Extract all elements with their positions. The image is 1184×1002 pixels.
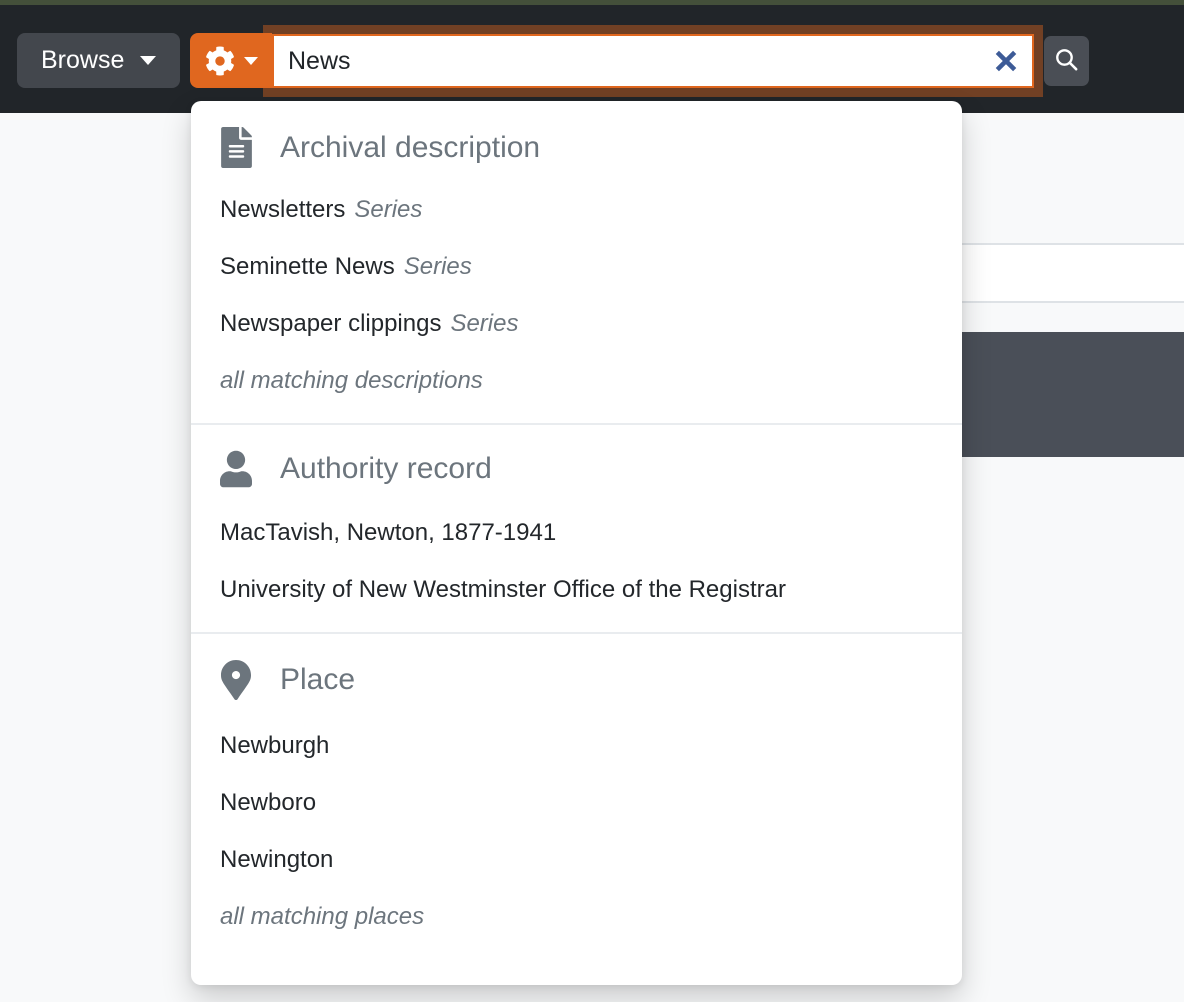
user-icon [220, 449, 252, 489]
result-type: Series [354, 196, 422, 223]
result-link[interactable]: Newington [220, 831, 934, 888]
result-label: Seminette News [220, 253, 395, 280]
section-divider [191, 632, 962, 634]
result-link[interactable]: University of New Westminster Office of … [220, 561, 934, 618]
result-label: Newburgh [220, 732, 329, 759]
result-type: Series [404, 253, 472, 280]
result-link[interactable]: Newboro [220, 774, 934, 831]
section-header-place: Place [220, 658, 934, 702]
top-navbar: Browse [0, 0, 1184, 113]
location-pin-icon [220, 658, 252, 702]
file-lines-icon [220, 127, 252, 168]
result-label: Newspaper clippings [220, 310, 441, 337]
section-results: MacTavish, Newton, 1877-1941 University … [220, 504, 934, 618]
section-header-archival-description: Archival description [220, 127, 934, 168]
result-label: MacTavish, Newton, 1877-1941 [220, 519, 556, 546]
browse-menu-button[interactable]: Browse [17, 33, 180, 88]
all-matching-descriptions-link[interactable]: all matching descriptions [220, 352, 934, 409]
gear-icon [205, 46, 235, 76]
chevron-down-icon [140, 56, 156, 65]
result-link[interactable]: Seminette News Series [220, 238, 934, 295]
search-options-button[interactable] [190, 33, 272, 88]
section-title: Place [280, 663, 355, 697]
section-title: Authority record [280, 452, 492, 486]
close-icon [993, 48, 1019, 77]
result-label: Newboro [220, 789, 316, 816]
section-title: Archival description [280, 131, 540, 165]
browse-label: Browse [41, 46, 124, 75]
section-header-authority-record: Authority record [220, 449, 934, 489]
result-label: University of New Westminster Office of … [220, 576, 786, 603]
search-submit-button[interactable] [1044, 36, 1089, 86]
result-link[interactable]: Newsletters Series [220, 181, 934, 238]
all-matching-places-link[interactable]: all matching places [220, 888, 934, 945]
search-autocomplete-dropdown: Archival description Newsletters Series S… [191, 101, 962, 985]
section-results: Newsletters Series Seminette News Series N… [220, 181, 934, 409]
result-label: Newington [220, 846, 333, 873]
result-link[interactable]: Newburgh [220, 717, 934, 774]
result-label: Newsletters [220, 196, 345, 223]
clear-search-button[interactable] [988, 45, 1024, 79]
result-link[interactable]: Newspaper clippings Series [220, 295, 934, 352]
result-link[interactable]: MacTavish, Newton, 1877-1941 [220, 504, 934, 561]
section-divider [191, 423, 962, 425]
section-results: Newburgh Newboro Newington all matching … [220, 717, 934, 945]
search-input[interactable] [272, 34, 1034, 88]
chevron-down-icon [244, 57, 258, 65]
result-type: Series [450, 310, 518, 337]
search-icon [1053, 46, 1080, 76]
